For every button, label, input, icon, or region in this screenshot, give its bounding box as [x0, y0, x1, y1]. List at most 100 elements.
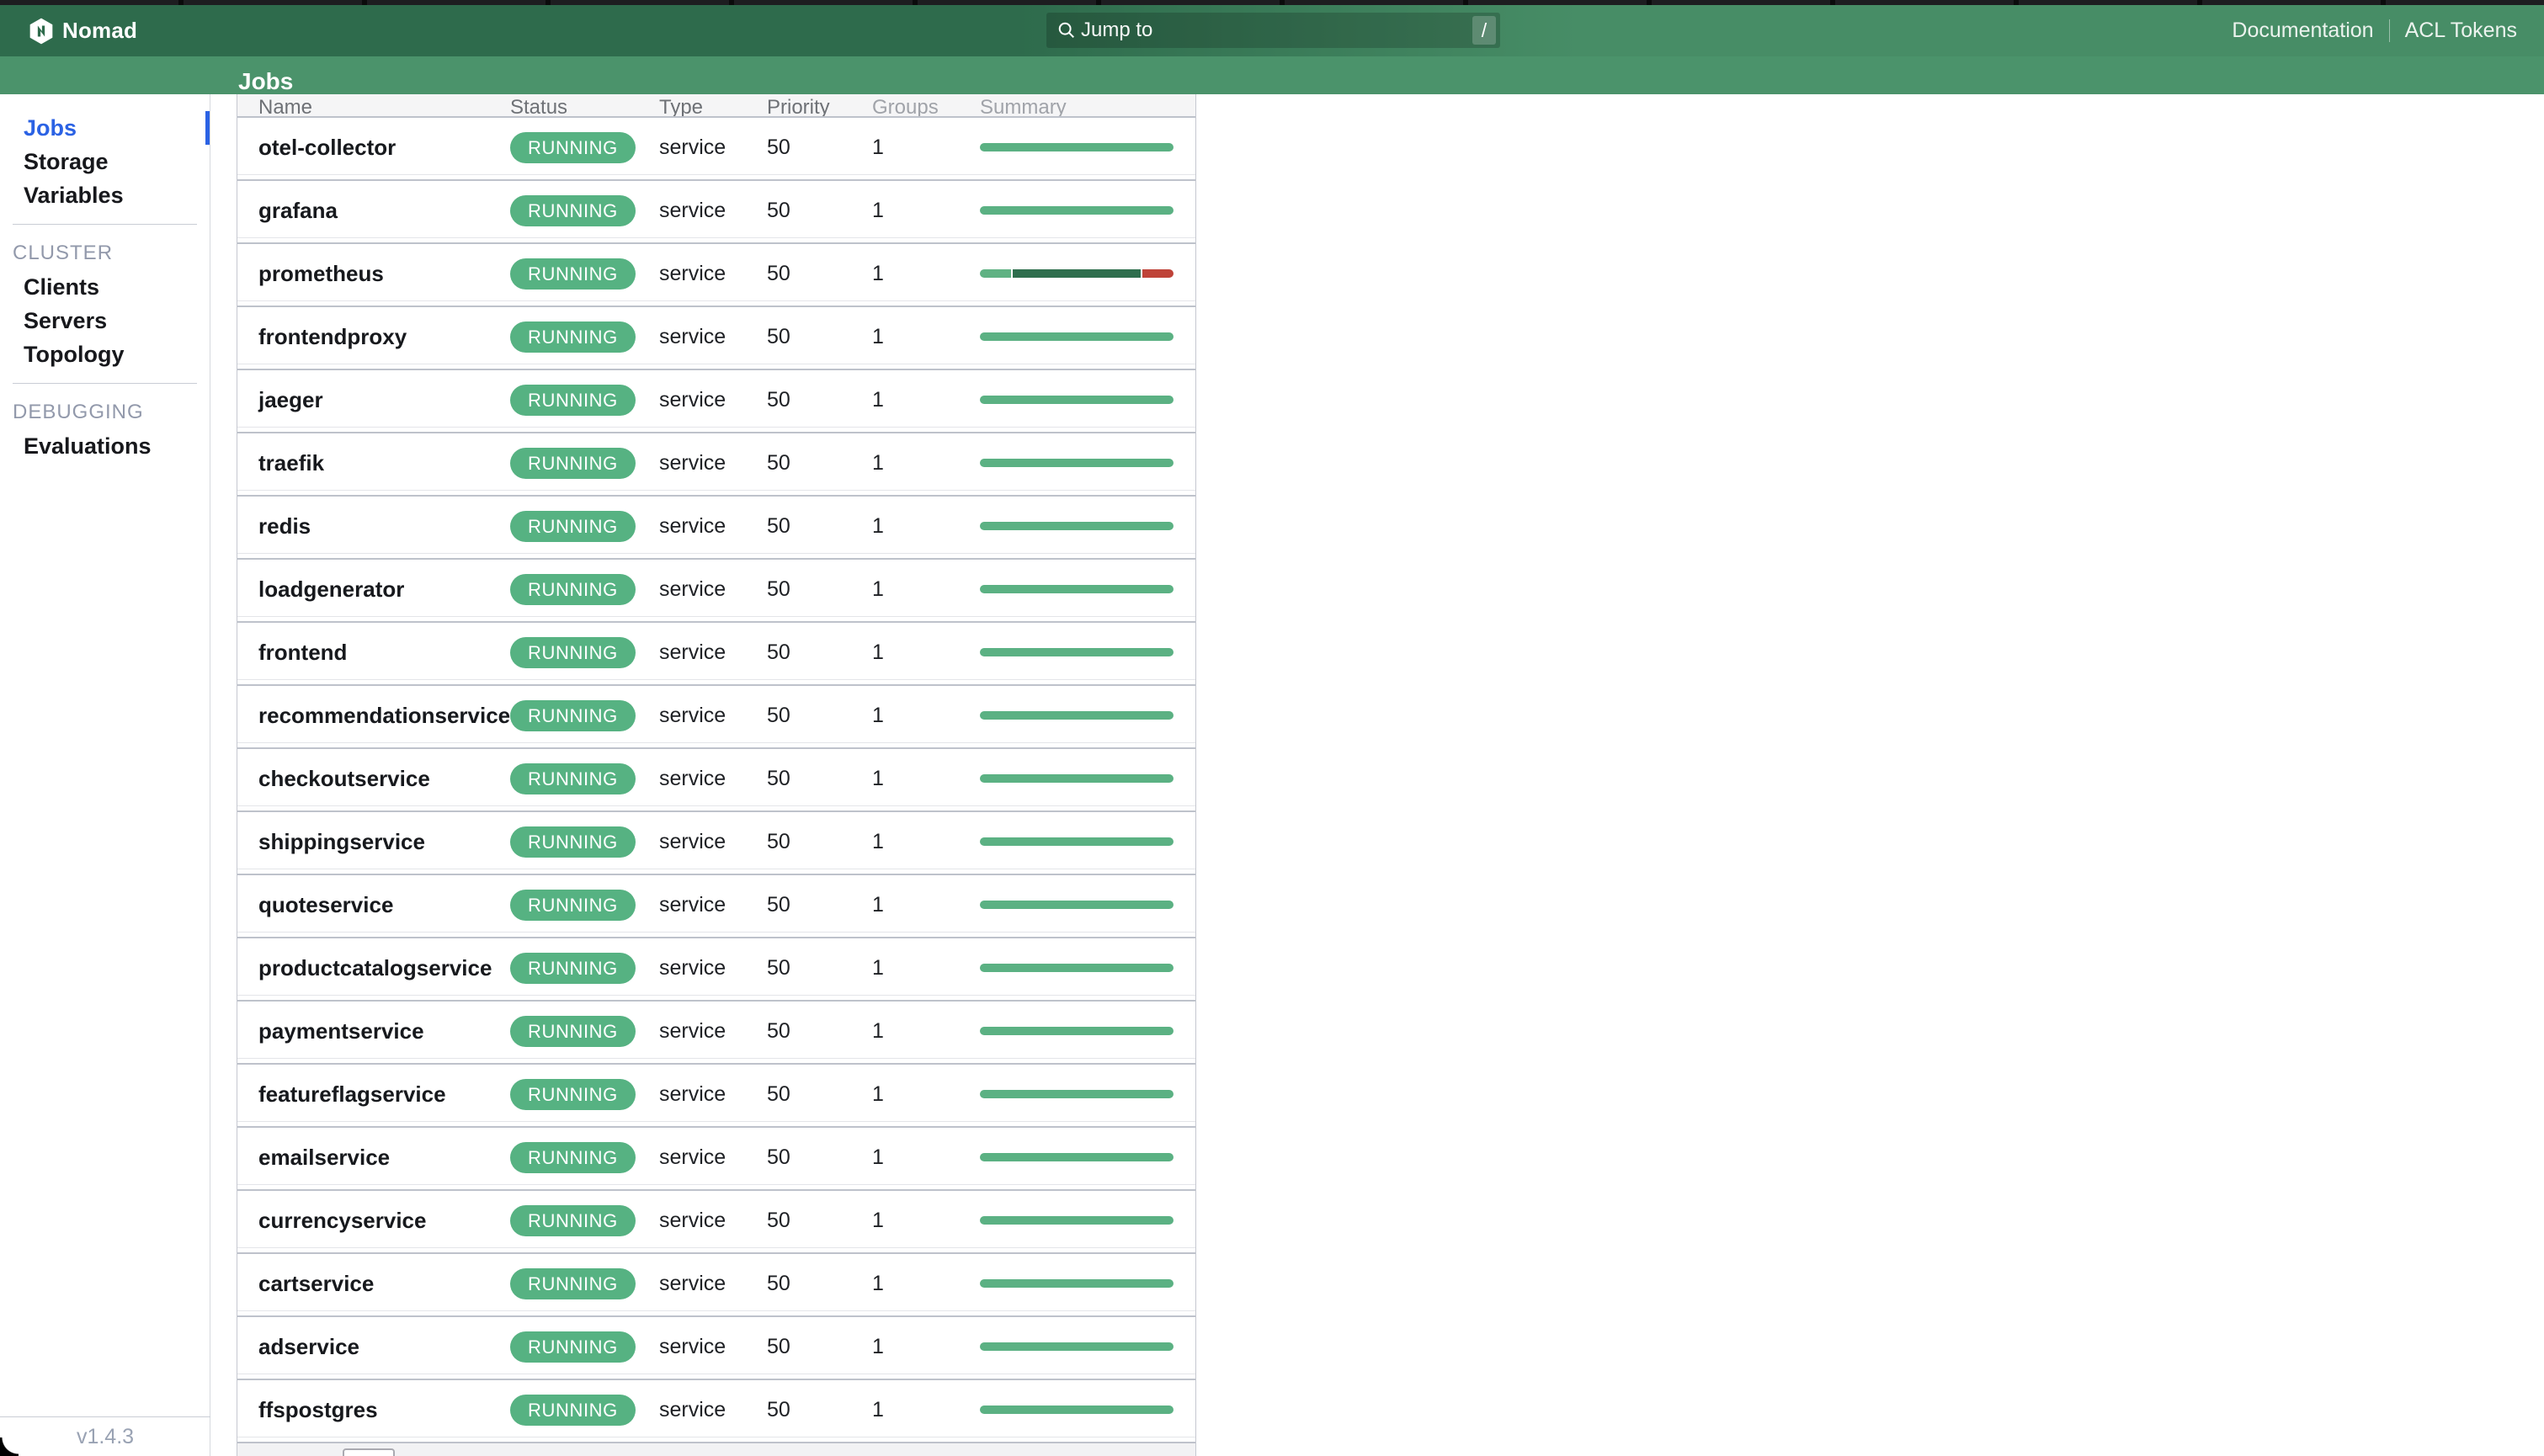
job-type: service: [659, 1128, 726, 1187]
job-type: service: [659, 181, 726, 240]
job-priority: 50: [767, 749, 790, 808]
job-status: RUNNING: [510, 1380, 636, 1439]
job-groups: 1: [872, 1380, 884, 1439]
job-row-productcatalogservice[interactable]: productcatalogserviceRUNNINGservice501: [237, 938, 1195, 1002]
job-row-quoteservice[interactable]: quoteserviceRUNNINGservice501: [237, 875, 1195, 938]
job-summary: [980, 1191, 1174, 1250]
job-priority: 50: [767, 812, 790, 871]
sidebar-item-servers[interactable]: Servers: [0, 304, 210, 337]
active-indicator-bar: [205, 111, 210, 145]
job-groups: 1: [872, 560, 884, 619]
column-header-name[interactable]: Name: [258, 96, 312, 118]
job-summary: [980, 497, 1174, 555]
job-status: RUNNING: [510, 1002, 636, 1060]
job-row-traefik[interactable]: traefikRUNNINGservice501: [237, 433, 1195, 497]
job-status: RUNNING: [510, 938, 636, 997]
job-row-jaeger[interactable]: jaegerRUNNINGservice501: [237, 370, 1195, 433]
summary-segment: [980, 1090, 1174, 1098]
column-header-groups: Groups: [872, 96, 939, 118]
job-row-loadgenerator[interactable]: loadgeneratorRUNNINGservice501: [237, 560, 1195, 623]
job-row-shippingservice[interactable]: shippingserviceRUNNINGservice501: [237, 812, 1195, 875]
nomad-ui-screen: Nomad Jump to / Documentation ACL Tokens…: [0, 0, 2544, 1456]
job-row-paymentservice[interactable]: paymentserviceRUNNINGservice501: [237, 1002, 1195, 1065]
status-badge: RUNNING: [510, 1395, 636, 1426]
job-status: RUNNING: [510, 1128, 636, 1187]
job-summary: [980, 1254, 1174, 1313]
allocation-summary-bar: [980, 459, 1174, 467]
sidebar-item-topology[interactable]: Topology: [0, 337, 210, 371]
job-priority: 50: [767, 181, 790, 240]
job-priority: 50: [767, 1317, 790, 1376]
job-name: traefik: [258, 433, 324, 492]
sidebar-item-label: Topology: [24, 342, 124, 368]
status-badge: RUNNING: [510, 385, 636, 416]
jump-to-search-input[interactable]: Jump to /: [1046, 13, 1500, 48]
job-row-ffspostgres[interactable]: ffspostgresRUNNINGservice501: [237, 1380, 1195, 1443]
job-row-currencyservice[interactable]: currencyserviceRUNNINGservice501: [237, 1191, 1195, 1254]
sidebar-item-evaluations[interactable]: Evaluations: [0, 429, 210, 463]
job-summary: [980, 560, 1174, 619]
allocation-summary-bar: [980, 648, 1174, 656]
job-priority: 50: [767, 1128, 790, 1187]
job-row-frontendproxy[interactable]: frontendproxyRUNNINGservice501: [237, 307, 1195, 370]
job-status: RUNNING: [510, 560, 636, 619]
job-type: service: [659, 1254, 726, 1313]
job-row-emailservice[interactable]: emailserviceRUNNINGservice501: [237, 1128, 1195, 1191]
job-summary: [980, 181, 1174, 240]
column-header-type[interactable]: Type: [659, 96, 703, 118]
job-row-grafana[interactable]: grafanaRUNNINGservice501: [237, 181, 1195, 244]
nomad-logo[interactable]: Nomad: [29, 5, 137, 56]
allocation-summary-bar: [980, 964, 1174, 972]
navlink-separator: [2389, 19, 2390, 42]
job-summary: [980, 686, 1174, 745]
summary-segment: [980, 459, 1174, 467]
job-row-frontend[interactable]: frontendRUNNINGservice501: [237, 623, 1195, 686]
job-status: RUNNING: [510, 244, 636, 303]
job-priority: 50: [767, 1380, 790, 1439]
job-row-redis[interactable]: redisRUNNINGservice501: [237, 497, 1195, 560]
job-row-prometheus[interactable]: prometheusRUNNINGservice501: [237, 244, 1195, 307]
sidebar-item-storage[interactable]: Storage: [0, 145, 210, 178]
job-status: RUNNING: [510, 1254, 636, 1313]
job-row-otel-collector[interactable]: otel-collectorRUNNINGservice501: [237, 118, 1195, 181]
sidebar-item-clients[interactable]: Clients: [0, 270, 210, 304]
job-row-checkoutservice[interactable]: checkoutserviceRUNNINGservice501: [237, 749, 1195, 812]
job-type: service: [659, 1191, 726, 1250]
column-header-priority[interactable]: Priority: [767, 96, 830, 118]
job-row-adservice[interactable]: adserviceRUNNINGservice501: [237, 1317, 1195, 1380]
pagination-control[interactable]: [343, 1448, 395, 1456]
job-name: recommendationservice: [258, 686, 510, 745]
allocation-summary-bar: [980, 1090, 1174, 1098]
breadcrumb-jobs[interactable]: Jobs: [238, 69, 293, 94]
job-type: service: [659, 1002, 726, 1060]
job-summary: [980, 433, 1174, 492]
job-type: service: [659, 1317, 726, 1376]
sidebar-item-label: Evaluations: [24, 433, 152, 460]
job-name: quoteservice: [258, 875, 393, 934]
documentation-link[interactable]: Documentation: [2232, 19, 2373, 43]
job-row-recommendationservice[interactable]: recommendationserviceRUNNINGservice501: [237, 686, 1195, 749]
status-badge: RUNNING: [510, 1016, 636, 1047]
breadcrumb-bar: Jobs: [0, 56, 2544, 94]
job-summary: [980, 244, 1174, 303]
sidebar-divider: [13, 224, 197, 225]
sidebar-section-heading: CLUSTER: [0, 236, 210, 270]
job-row-featureflagservice[interactable]: featureflagserviceRUNNINGservice501: [237, 1065, 1195, 1128]
job-name: productcatalogservice: [258, 938, 492, 997]
job-type: service: [659, 1065, 726, 1124]
sidebar-item-jobs[interactable]: Jobs: [0, 111, 210, 145]
allocation-summary-bar: [980, 332, 1174, 341]
job-row-cartservice[interactable]: cartserviceRUNNINGservice501: [237, 1254, 1195, 1317]
job-name: paymentservice: [258, 1002, 424, 1060]
sidebar-item-variables[interactable]: Variables: [0, 178, 210, 212]
summary-segment: [980, 1406, 1174, 1414]
status-badge: RUNNING: [510, 953, 636, 984]
job-name: checkoutservice: [258, 749, 430, 808]
job-status: RUNNING: [510, 749, 636, 808]
top-navbar: Nomad Jump to / Documentation ACL Tokens: [0, 5, 2544, 56]
job-status: RUNNING: [510, 307, 636, 366]
job-status: RUNNING: [510, 118, 636, 177]
jobs-table-header: NameStatusTypePriorityGroupsSummary: [237, 94, 1195, 118]
acl-tokens-link[interactable]: ACL Tokens: [2405, 19, 2517, 43]
column-header-status[interactable]: Status: [510, 96, 567, 118]
